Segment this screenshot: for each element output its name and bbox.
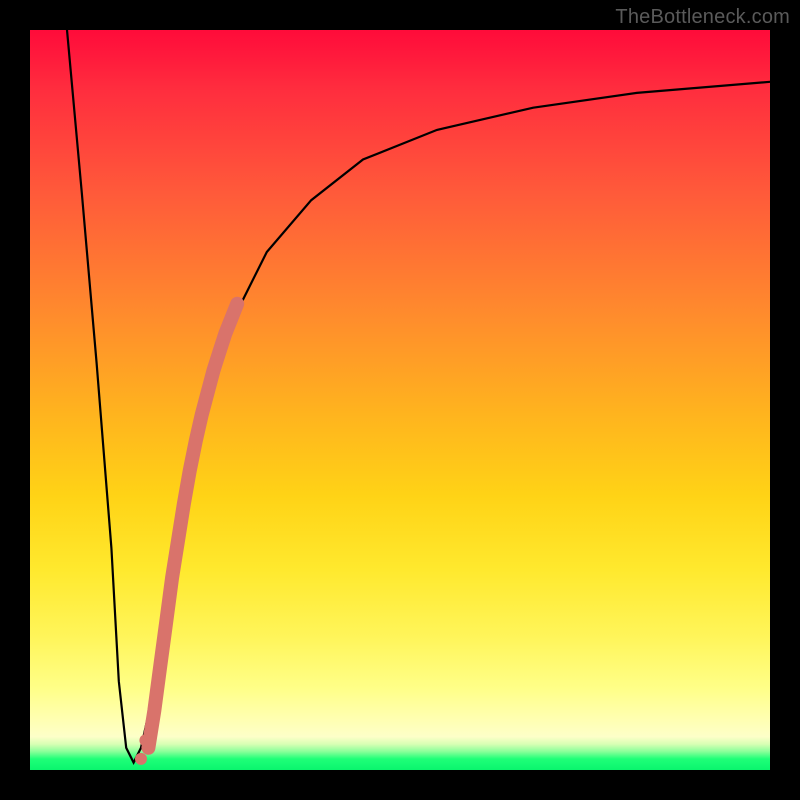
highlight-band	[148, 304, 237, 748]
bottleneck-curve	[67, 30, 770, 763]
highlight-dots	[135, 734, 151, 765]
plot-area	[30, 30, 770, 770]
highlight-band-path	[148, 304, 237, 748]
highlight-dot	[135, 753, 147, 765]
chart-frame: TheBottleneck.com	[0, 0, 800, 800]
watermark-text: TheBottleneck.com	[615, 6, 790, 29]
highlight-dot	[139, 734, 151, 746]
chart-svg	[30, 30, 770, 770]
